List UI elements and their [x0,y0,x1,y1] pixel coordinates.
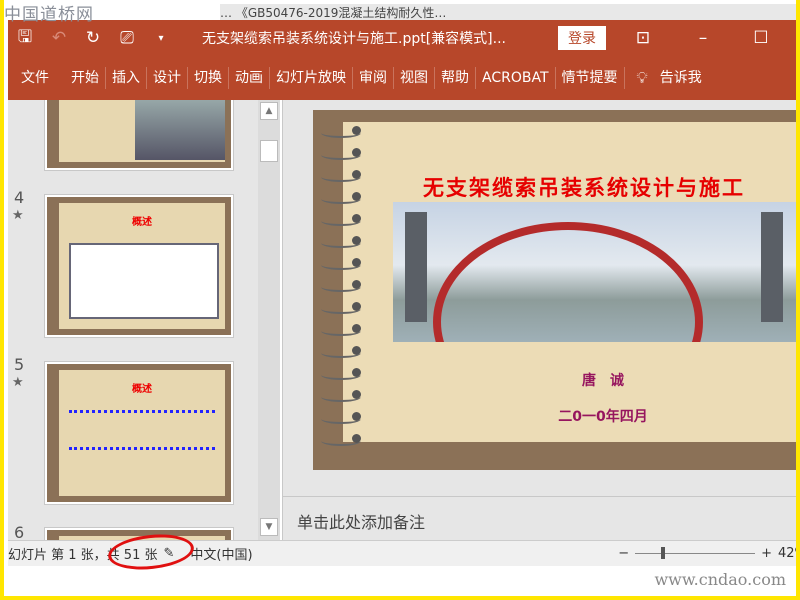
present-icon[interactable]: ⎚ [110,28,144,48]
language-indicator[interactable]: 中文(中国) [190,544,252,563]
thumbnail-scrollbar[interactable]: ▲ ▼ [258,100,280,540]
slide-date: 二0一0年四月 [558,409,648,425]
tab-review[interactable]: 审阅 [353,67,394,89]
tab-acrobat[interactable]: ACROBAT [476,67,556,89]
notes-pane[interactable]: 单击此处添加备注 [283,496,800,540]
thumbnail-slide-5[interactable]: 概述 [44,361,234,505]
thumbnail-number: 4 [14,188,25,207]
tab-insert[interactable]: 插入 [106,67,147,89]
tab-home[interactable]: 开始 [65,67,106,89]
animation-star-icon: ★ [12,375,24,390]
thumbnail-title: 概述 [132,217,152,228]
background-window: … 《GB50476-2019混凝土结构耐久性… [220,4,800,20]
slide-title: 无支架缆索吊装系统设计与施工 [423,175,745,200]
thumbnail-title: 概述 [132,384,152,395]
thumbnail-number: 5 [14,355,25,374]
undo-icon[interactable]: ↶ [42,28,76,48]
maximize-icon[interactable]: ☐ [744,28,778,48]
zoom-out-button[interactable]: − [618,546,629,561]
animation-star-icon: ★ [12,208,24,223]
thumbnail-slide-3[interactable] [44,100,234,171]
thumbnail-slide-4[interactable]: 概述 [44,194,234,338]
lightbulb-icon: 💡︎ [636,68,648,87]
site-url-watermark: www.cndao.com [654,570,786,589]
tab-file[interactable]: 文件 [8,67,65,89]
title-bar: 🖫 ↶ ↻ ⎚ ▾ 无支架缆索吊装系统设计与施工.ppt[兼容模式]... 登录… [8,20,800,56]
minimize-icon[interactable]: – [686,28,720,48]
tab-view[interactable]: 视图 [394,67,435,89]
document-title: 无支架缆索吊装系统设计与施工.ppt[兼容模式]... [202,31,506,47]
tab-animations[interactable]: 动画 [229,67,270,89]
current-slide[interactable]: 无支架缆索吊装系统设计与施工 唐 诚 二0一0年四月 [313,110,800,470]
tab-transitions[interactable]: 切换 [188,67,229,89]
tab-storyboard[interactable]: 情节提要 [556,67,625,89]
zoom-slider[interactable] [635,547,756,559]
tab-help[interactable]: 帮助 [435,67,476,89]
redo-icon[interactable]: ↻ [76,28,110,48]
tab-slideshow[interactable]: 幻灯片放映 [270,67,353,89]
scroll-down-button[interactable]: ▼ [260,518,278,536]
slide-paper: 无支架缆索吊装系统设计与施工 唐 诚 二0一0年四月 [343,122,800,442]
slide-author: 唐 诚 [582,373,624,389]
save-icon[interactable]: 🖫 [8,24,42,53]
customize-icon[interactable]: ▾ [144,33,178,44]
slide-thumbnail-pane[interactable]: 4 ★ 概述 5 ★ 概述 6 [8,100,258,540]
ribbon-display-icon[interactable]: ⊡ [626,28,660,48]
login-button[interactable]: 登录 [558,26,606,50]
watermark-logo: 中国道桥网 [4,5,94,25]
bridge-photo [393,202,800,342]
thumbnail-number: 6 [14,523,25,540]
zoom-in-button[interactable]: + [761,546,772,561]
zoom-level[interactable]: 42% [778,546,800,561]
scroll-up-button[interactable]: ▲ [260,102,278,120]
slide-editor[interactable]: 无支架缆索吊装系统设计与施工 唐 诚 二0一0年四月 单击此处添加备注 [282,100,800,540]
tell-me-search[interactable]: 告诉我 [654,67,708,89]
scroll-thumb[interactable] [260,140,278,162]
tab-design[interactable]: 设计 [147,67,188,89]
ribbon-tabs: 文件 开始 插入 设计 切换 动画 幻灯片放映 审阅 视图 帮助 ACROBAT… [8,56,800,100]
